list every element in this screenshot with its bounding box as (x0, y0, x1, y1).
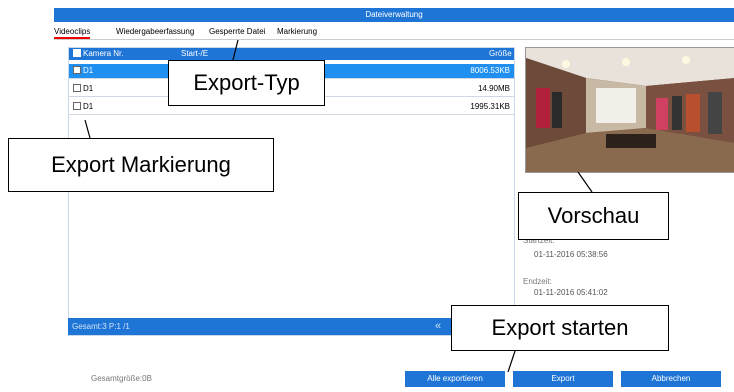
callout-preview: Vorschau (518, 192, 669, 240)
pointer-export-mark (84, 119, 91, 139)
pointer-export-type (232, 39, 239, 61)
callout-export-type: Export-Typ (168, 60, 325, 106)
pointer-preview (577, 171, 593, 193)
callout-export-start: Export starten (451, 305, 669, 351)
callout-export-mark: Export Markierung (8, 138, 274, 192)
pointer-export-start (507, 347, 517, 373)
file-management-window: Dateiverwaltung Videoclips Wiedergabeerf… (0, 0, 734, 392)
